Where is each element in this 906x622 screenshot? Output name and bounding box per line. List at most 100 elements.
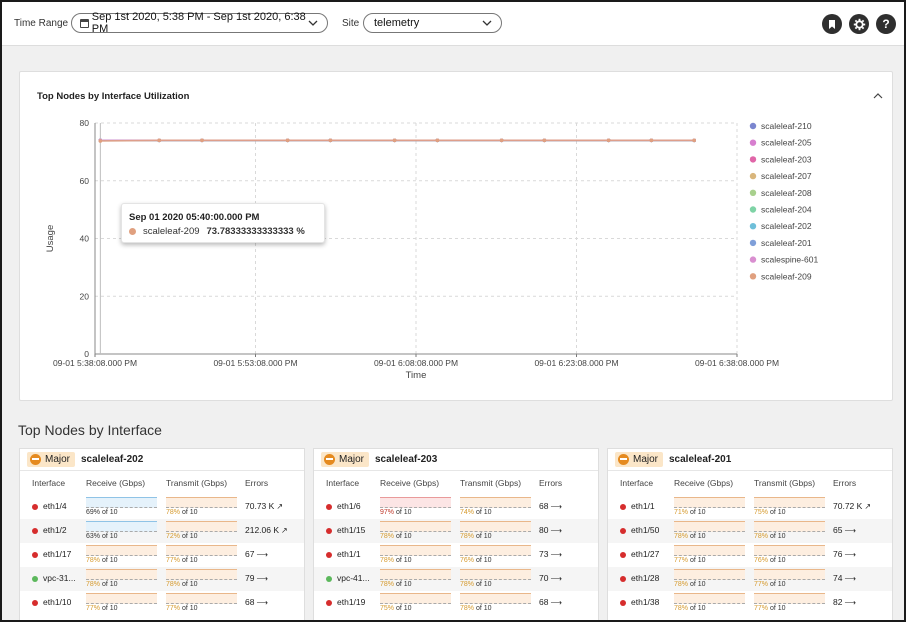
tooltip-row: scaleleaf-209 73.78333333333333 % (129, 226, 305, 237)
transmit-capacity: of 10 (474, 533, 492, 540)
x-axis-label: Time (406, 370, 427, 381)
help-glyph: ? (882, 17, 890, 31)
interface-name[interactable]: eth1/28 (631, 573, 659, 583)
receive-usage: 78% of 10 (86, 557, 118, 564)
time-range-picker[interactable]: Sep 1st 2020, 5:38 PM - Sep 1st 2020, 6:… (71, 11, 328, 35)
errors-cell: 79 ⟶ (245, 573, 268, 583)
interface-name[interactable]: eth1/2 (43, 525, 67, 535)
chevron-down-icon (308, 20, 318, 26)
table-row[interactable]: eth1/38 78% of 10 77% of 10 82 ⟶ (608, 591, 892, 615)
table-row[interactable]: eth1/1 78% of 10 76% of 10 73 ⟶ (314, 543, 598, 567)
interface-name[interactable]: eth1/27 (631, 549, 659, 559)
y-tick-label: 60 (80, 176, 90, 186)
interface-name[interactable]: eth1/1 (631, 501, 655, 511)
transmit-percent: 74% (460, 509, 475, 516)
transmit-percent: 78% (166, 509, 181, 516)
transmit-sparkline (754, 569, 825, 580)
data-point (392, 138, 397, 143)
legend-item: scaleleaf-209 (761, 271, 812, 281)
receive-percent: 78% (380, 581, 395, 588)
help-icon[interactable]: ? (876, 14, 896, 34)
transmit-percent: 75% (754, 509, 769, 516)
time-range-label: Time Range (14, 18, 69, 29)
errors-cell: 68 ⟶ (539, 597, 562, 607)
node-name[interactable]: scaleleaf-201 (669, 454, 731, 465)
interface-name[interactable]: eth1/50 (631, 525, 659, 535)
receive-usage: 78% of 10 (674, 533, 706, 540)
bookmark-icon[interactable] (822, 14, 842, 34)
interface-name[interactable]: eth1/6 (337, 501, 361, 511)
receive-usage: 78% of 10 (674, 605, 706, 612)
receive-percent: 77% (674, 557, 689, 564)
transmit-sparkline (460, 521, 531, 532)
data-point (435, 138, 440, 143)
trend-flat-icon: ⟶ (550, 598, 562, 607)
interface-name[interactable]: eth1/38 (631, 597, 659, 607)
table-row[interactable]: vpc-41... 78% of 10 78% of 10 70 ⟶ (314, 567, 598, 591)
legend-item: scaleleaf-210 (761, 121, 812, 131)
table-row[interactable]: eth1/1 71% of 10 75% of 10 70.72 K ↗ (608, 495, 892, 519)
tooltip-time: Sep 01 2020 05:40:00.000 PM (129, 212, 260, 223)
transmit-percent: 72% (166, 533, 181, 540)
interface-name[interactable]: eth1/4 (43, 501, 67, 511)
transmit-sparkline (166, 497, 237, 508)
transmit-sparkline (754, 521, 825, 532)
receive-usage: 77% of 10 (86, 605, 118, 612)
table-row[interactable]: eth1/4 69% of 10 78% of 10 70.73 K ↗ (20, 495, 304, 519)
interface-name[interactable]: eth1/19 (337, 597, 365, 607)
transmit-sparkline (166, 593, 237, 604)
transmit-percent: 78% (460, 581, 475, 588)
interface-name[interactable]: eth1/17 (43, 549, 71, 559)
table-row[interactable]: eth1/10 77% of 10 77% of 10 68 ⟶ (20, 591, 304, 615)
receive-sparkline (86, 497, 157, 508)
errors-cell: 70 ⟶ (539, 573, 562, 583)
table-row[interactable]: eth1/50 78% of 10 78% of 10 65 ⟶ (608, 519, 892, 543)
site-select[interactable]: telemetry (363, 13, 502, 33)
status-dot (32, 552, 38, 558)
table-row[interactable]: vpc-31... 78% of 10 78% of 10 79 ⟶ (20, 567, 304, 591)
errors-value: 82 (833, 597, 843, 607)
data-point (285, 138, 290, 143)
legend-swatch (749, 156, 757, 163)
node-name[interactable]: scaleleaf-203 (375, 454, 437, 465)
table-row[interactable]: eth1/27 77% of 10 76% of 10 76 ⟶ (608, 543, 892, 567)
receive-sparkline (380, 569, 451, 580)
transmit-percent: 76% (460, 557, 475, 564)
gear-icon[interactable] (849, 14, 869, 34)
transmit-percent: 78% (460, 605, 475, 612)
col-header-receive: Receive (Gbps) (86, 478, 146, 488)
severity-badge: Major (615, 452, 664, 467)
severity-label: Major (633, 454, 659, 465)
transmit-capacity: of 10 (768, 581, 786, 588)
node-name[interactable]: scaleleaf-202 (81, 454, 143, 465)
table-row[interactable]: eth1/19 75% of 10 78% of 10 68 ⟶ (314, 591, 598, 615)
interface-name[interactable]: vpc-41... (337, 573, 370, 583)
receive-capacity: of 10 (394, 581, 412, 588)
table-row[interactable]: eth1/2 63% of 10 72% of 10 212.06 K ↗ (20, 519, 304, 543)
table-row[interactable]: eth1/15 78% of 10 78% of 10 80 ⟶ (314, 519, 598, 543)
receive-percent: 78% (380, 557, 395, 564)
status-dot (32, 504, 38, 510)
col-header-transmit: Transmit (Gbps) (166, 478, 228, 488)
section-title: Top Nodes by Interface (18, 422, 162, 438)
receive-percent: 78% (674, 605, 689, 612)
interface-name[interactable]: eth1/15 (337, 525, 365, 535)
table-row[interactable]: eth1/17 78% of 10 77% of 10 67 ⟶ (20, 543, 304, 567)
severity-badge: Major (27, 452, 76, 467)
transmit-sparkline (460, 545, 531, 556)
time-range-value: Sep 1st 2020, 5:38 PM - Sep 1st 2020, 6:… (91, 11, 306, 35)
trend-flat-icon: ⟶ (550, 574, 562, 583)
interface-name[interactable]: eth1/1 (337, 549, 361, 559)
errors-cell: 65 ⟶ (833, 525, 856, 535)
chart-tooltip: Sep 01 2020 05:40:00.000 PM scaleleaf-20… (121, 203, 325, 243)
table-row[interactable]: eth1/28 78% of 10 77% of 10 74 ⟶ (608, 567, 892, 591)
receive-sparkline (674, 593, 745, 604)
transmit-usage: 77% of 10 (166, 557, 198, 564)
errors-cell: 67 ⟶ (245, 549, 268, 559)
interface-name[interactable]: eth1/10 (43, 597, 71, 607)
table-row[interactable]: eth1/6 97% of 10 74% of 10 68 ⟶ (314, 495, 598, 519)
interface-name[interactable]: vpc-31... (43, 573, 76, 583)
transmit-sparkline (460, 497, 531, 508)
errors-cell: 82 ⟶ (833, 597, 856, 607)
severity-label: Major (45, 454, 71, 465)
